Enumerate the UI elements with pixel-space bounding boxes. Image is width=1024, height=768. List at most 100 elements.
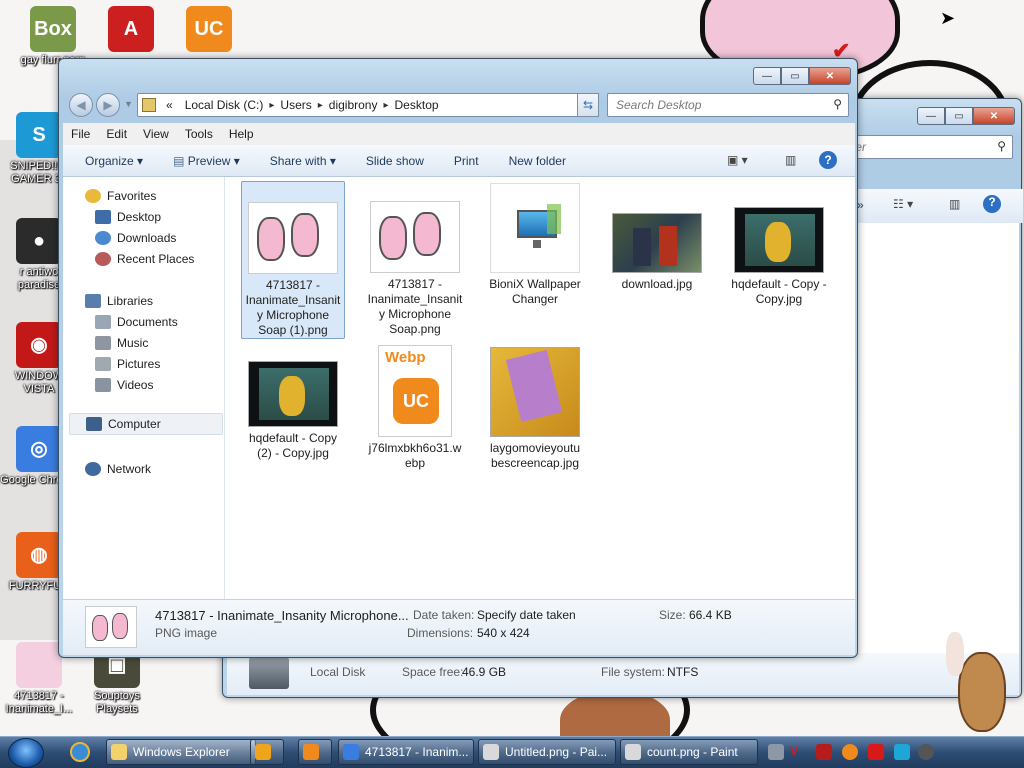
taskbar-button[interactable]: Windows Explorer (106, 739, 256, 765)
desktop-mascot[interactable] (940, 632, 1010, 738)
file-item[interactable]: download.jpg (605, 181, 709, 292)
file-item[interactable]: hqdefault - Copy (2) - Copy.jpg (241, 345, 345, 461)
music-icon (95, 336, 111, 350)
nav-favorites[interactable]: Favorites (85, 189, 156, 203)
taskbar-button[interactable]: 4713817 - Inanim... (338, 739, 474, 765)
menu-file[interactable]: File (63, 127, 98, 141)
preview-pane-icon[interactable]: ▥ (949, 197, 960, 211)
file-name: laygomovieyoutu bescreencap.jpg (489, 441, 581, 470)
file-thumbnail (490, 347, 580, 437)
nav-desktop[interactable]: Desktop (95, 210, 161, 224)
computer-icon (86, 417, 102, 431)
nav-music[interactable]: Music (95, 336, 148, 350)
taskbar-button[interactable] (250, 739, 284, 765)
nav-downloads[interactable]: Downloads (95, 231, 176, 245)
details-pane: 4713817 - Inanimate_Insanity Microphone.… (63, 599, 855, 655)
file-item[interactable]: 4713817 - Inanimate_Insanit y Microphone… (363, 181, 467, 337)
close-button[interactable]: ✕ (809, 67, 851, 85)
preview-label: Preview (187, 153, 231, 168)
breadcrumb-local-disk[interactable]: Local Disk (C:) (179, 98, 270, 112)
share-label: Share with (269, 153, 327, 168)
desktop-icon[interactable]: UC (170, 6, 248, 54)
menu-view[interactable]: View (135, 127, 177, 141)
address-bar[interactable]: « Local Disk (C:) ▸ Users ▸ digibrony ▸ … (137, 93, 599, 117)
breadcrumb-overflow[interactable]: « (160, 98, 179, 112)
desktop-icon-image: ◉ (16, 322, 62, 368)
tray-icon[interactable]: V (790, 744, 806, 760)
tray-icon[interactable] (768, 744, 784, 760)
taskbar-button[interactable]: count.png - Paint (620, 739, 758, 765)
taskbar-app-icon (255, 744, 271, 760)
help-icon[interactable]: ? (983, 195, 1001, 213)
file-item[interactable]: hqdefault - Copy - Copy.jpg (727, 181, 831, 307)
search-input[interactable]: Search Desktop ⚲ (607, 93, 849, 117)
tray-icon[interactable] (816, 744, 832, 760)
help-icon[interactable]: ? (819, 151, 837, 169)
tray-icon[interactable] (918, 744, 934, 760)
new-folder-button[interactable]: New folder (499, 154, 576, 168)
date-taken-value[interactable]: Specify date taken (477, 608, 576, 622)
file-item[interactable]: Webp UC j76lmxbkh6o31.w ebp (363, 345, 467, 471)
breadcrumb-users[interactable]: Users (274, 98, 317, 112)
maximize-button[interactable]: ▭ (781, 67, 809, 85)
print-button[interactable]: Print (444, 154, 489, 168)
menu-tools[interactable]: Tools (177, 127, 221, 141)
desktop-icon-image: ◎ (16, 426, 62, 472)
desktop-icon[interactable]: A (92, 6, 170, 54)
command-bar: » ☷ ▾ ▥ ? (843, 189, 1023, 223)
menu-help[interactable]: Help (221, 127, 262, 141)
organize-button[interactable]: Organize ▾ (75, 154, 153, 168)
slideshow-button[interactable]: Slide show (356, 154, 434, 168)
desktop-icon-image: UC (186, 6, 232, 52)
back-button[interactable]: ◀ (69, 93, 93, 117)
breadcrumb-desktop[interactable]: Desktop (389, 98, 445, 112)
documents-icon (95, 315, 111, 329)
change-view-icon[interactable]: ▣ ▾ (727, 153, 748, 167)
share-with-button[interactable]: Share with ▾ (260, 154, 346, 168)
recent-pages-chevron-icon[interactable]: ▼ (124, 99, 133, 109)
file-thumbnail (248, 361, 338, 427)
nav-pictures[interactable]: Pictures (95, 357, 160, 371)
taskbar-app-icon (303, 744, 319, 760)
start-button[interactable] (8, 738, 44, 768)
nav-label: Documents (117, 315, 178, 329)
maximize-button[interactable]: ▭ (945, 107, 973, 125)
tray-icon[interactable] (842, 744, 858, 760)
file-item[interactable]: BioniX Wallpaper Changer (483, 181, 587, 307)
preview-button[interactable]: ▤ Preview ▾ (163, 154, 250, 168)
refresh-button[interactable]: ⇆ (577, 93, 599, 117)
forward-button[interactable]: ▶ (96, 93, 120, 117)
internet-explorer-icon[interactable] (70, 742, 90, 762)
tray-icon[interactable] (894, 744, 910, 760)
nav-label: Libraries (107, 294, 154, 308)
file-item[interactable]: laygomovieyoutu bescreencap.jpg (483, 345, 587, 471)
taskbar-app-icon (343, 744, 359, 760)
menu-edit[interactable]: Edit (98, 127, 135, 141)
taskbar-button[interactable] (298, 739, 332, 765)
dimensions-value: 540 x 424 (477, 626, 530, 640)
search-input[interactable]: ter ⚲ (843, 135, 1013, 159)
nav-computer[interactable]: Computer (69, 413, 223, 435)
taskbar-button[interactable]: Untitled.png - Pai... (478, 739, 616, 765)
preview-pane-icon[interactable]: ▥ (785, 153, 796, 167)
nav-recent-places[interactable]: Recent Places (95, 252, 194, 266)
file-item[interactable]: 4713817 - Inanimate_Insanit y Microphone… (241, 181, 345, 339)
close-button[interactable]: ✕ (973, 107, 1015, 125)
view-icon[interactable]: ☷ ▾ (893, 197, 913, 211)
nav-documents[interactable]: Documents (95, 315, 178, 329)
minimize-button[interactable]: — (917, 107, 945, 125)
tray-icon[interactable] (868, 744, 884, 760)
nav-libraries[interactable]: Libraries (85, 294, 153, 308)
selected-file-name: 4713817 - Inanimate_Insanity Microphone.… (155, 608, 409, 623)
nav-network[interactable]: Network (85, 462, 151, 476)
search-placeholder: Search Desktop (616, 98, 702, 112)
desktop-icon-image (16, 642, 62, 688)
minimize-button[interactable]: — (753, 67, 781, 85)
nav-label: Downloads (117, 231, 177, 245)
taskbar-button-label: 4713817 - Inanim... (365, 745, 469, 759)
breadcrumb-digibrony[interactable]: digibrony (323, 98, 384, 112)
file-thumbnail (370, 201, 460, 273)
explorer-window[interactable]: — ▭ ✕ ◀ ▶ ▼ « Local Disk (C:) ▸ Users ▸ … (58, 58, 858, 658)
more-commands-icon[interactable]: » (857, 198, 864, 212)
nav-videos[interactable]: Videos (95, 378, 153, 392)
